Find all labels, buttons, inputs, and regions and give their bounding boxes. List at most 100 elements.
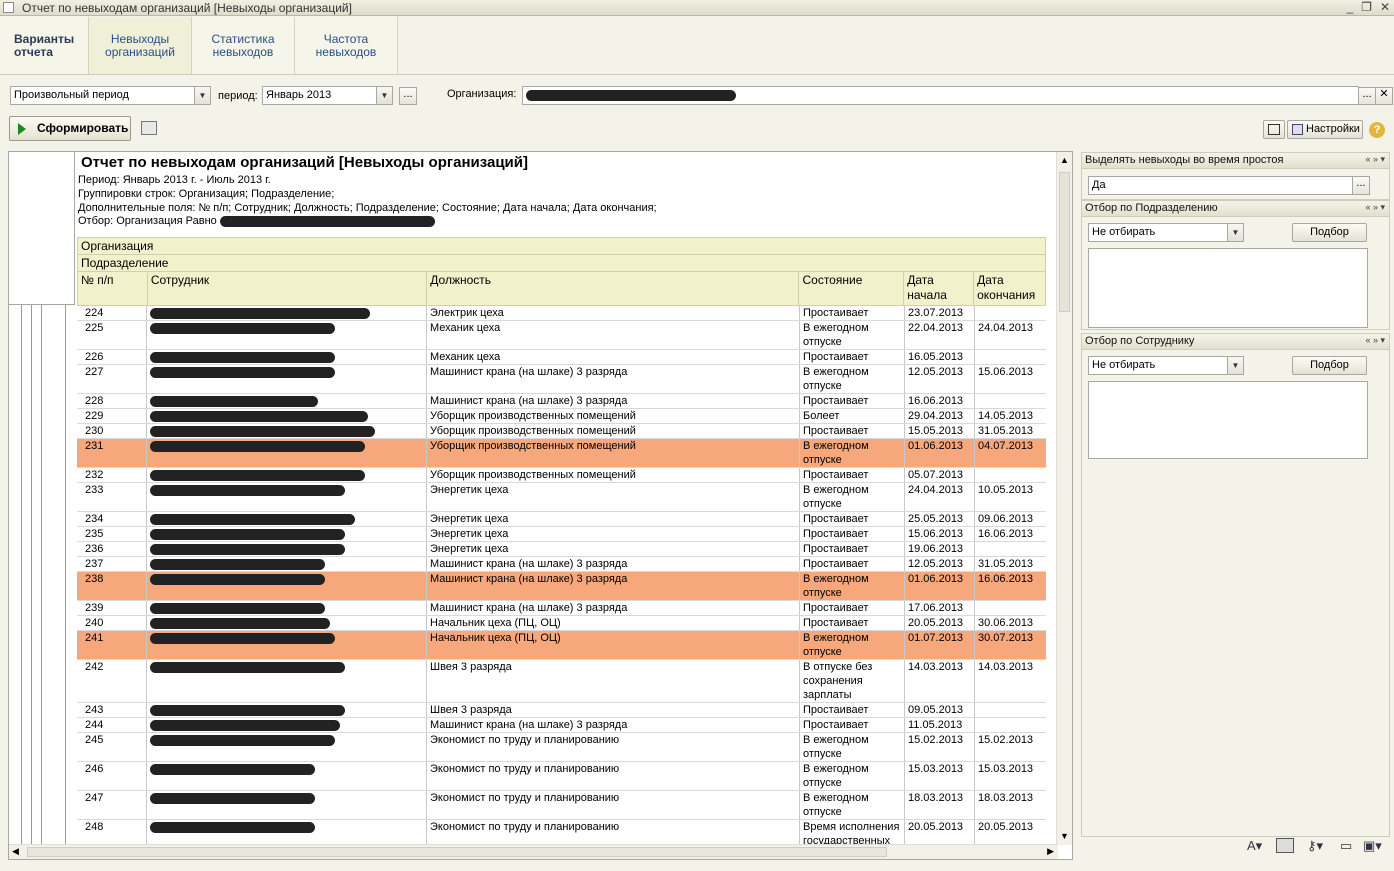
- cell-position: Электрик цеха: [427, 306, 800, 320]
- table-row[interactable]: 237 Машинист крана (на шлаке) 3 разряда Пр…: [77, 557, 1046, 572]
- vertical-scrollbar[interactable]: ▲ ▼: [1056, 152, 1072, 845]
- table-row[interactable]: 228 Машинист крана (на шлаке) 3 разряда Пр…: [77, 394, 1046, 409]
- scroll-up-icon[interactable]: ▲: [1057, 155, 1072, 165]
- key-icon[interactable]: ⚷▾: [1307, 838, 1323, 854]
- panel-nav-icon[interactable]: « » ▾: [1365, 202, 1385, 213]
- layout-icon[interactable]: [1263, 120, 1285, 139]
- org-clear-button[interactable]: ✕: [1375, 87, 1393, 105]
- table-row[interactable]: 235 Энергетик цеха Простаивает 15.06.2013 16…: [77, 527, 1046, 542]
- table-row[interactable]: 236 Энергетик цеха Простаивает 19.06.2013: [77, 542, 1046, 557]
- dept-filter-select[interactable]: Не отбирать: [1088, 223, 1228, 242]
- cell-position: Уборщик производственных помещений: [427, 409, 800, 423]
- org-field[interactable]: [522, 86, 1359, 105]
- cell-employee: [147, 306, 427, 320]
- col-number: № п/п: [78, 272, 148, 305]
- tab-frequency[interactable]: Частота невыходов: [295, 17, 398, 74]
- emp-filter-select[interactable]: Не отбирать: [1088, 356, 1228, 375]
- hscroll-thumb[interactable]: [27, 847, 887, 857]
- horizontal-scrollbar[interactable]: ◀ ▶: [9, 844, 1058, 859]
- save-icon[interactable]: ▣▾: [1363, 838, 1382, 854]
- period-select-button[interactable]: ...: [399, 87, 417, 105]
- cell-end: [975, 350, 1046, 364]
- table-row[interactable]: 241 Начальник цеха (ПЦ, ОЦ) В ежегодном от…: [77, 631, 1046, 660]
- period-value-field[interactable]: Январь 2013: [262, 86, 377, 105]
- cell-number: 243: [77, 703, 147, 717]
- chevron-down-icon[interactable]: ▼: [376, 86, 393, 105]
- cell-start: 01.06.2013: [905, 572, 975, 600]
- period-type-select[interactable]: Произвольный период: [10, 86, 195, 105]
- table-row[interactable]: 238 Машинист крана (на шлаке) 3 разряда В …: [77, 572, 1046, 601]
- table-row[interactable]: 244 Машинист крана (на шлаке) 3 разряда Пр…: [77, 718, 1046, 733]
- table-row[interactable]: 232 Уборщик производственных помещений Про…: [77, 468, 1046, 483]
- cell-number: 244: [77, 718, 147, 732]
- table-row[interactable]: 243 Швея 3 разряда Простаивает 09.05.2013: [77, 703, 1046, 718]
- tab-absences[interactable]: Невыходы организаций: [89, 17, 192, 74]
- cell-end: 15.03.2013: [978, 763, 1034, 775]
- cell-end: 18.03.2013: [978, 792, 1034, 804]
- cell-start: 19.06.2013: [905, 542, 975, 556]
- redacted-name: [150, 307, 370, 319]
- idle-select-button[interactable]: ...: [1352, 176, 1370, 195]
- close-button[interactable]: ✕: [1380, 0, 1390, 14]
- cell-start: 22.04.2013: [905, 321, 975, 349]
- cell-start: 15.06.2013: [905, 527, 975, 541]
- dept-list[interactable]: [1088, 248, 1368, 328]
- emp-pick-button[interactable]: Подбор: [1292, 356, 1367, 375]
- report-extra-fields: Дополнительные поля: № п/п; Сотрудник; Д…: [78, 202, 657, 214]
- cell-state: В ежегодном отпуске: [800, 483, 905, 511]
- table-row[interactable]: 227 Машинист крана (на шлаке) 3 разряда В …: [77, 365, 1046, 394]
- table-row[interactable]: 242 Швея 3 разряда В отпуске без сохранени…: [77, 660, 1046, 703]
- table-row[interactable]: 240 Начальник цеха (ПЦ, ОЦ) Простаивает 20.…: [77, 616, 1046, 631]
- font-icon[interactable]: A▾: [1247, 838, 1262, 854]
- table-row[interactable]: 224 Электрик цеха Простаивает 23.07.2013: [77, 306, 1046, 321]
- cell-state: Простаивает: [800, 616, 905, 630]
- cell-start: 16.06.2013: [905, 394, 975, 408]
- table-row[interactable]: 225 Механик цеха В ежегодном отпуске 22.04.…: [77, 321, 1046, 350]
- panel-nav-icon[interactable]: « » ▾: [1365, 335, 1385, 346]
- table-body: 224 Электрик цеха Простаивает 23.07.2013 225…: [77, 306, 1046, 849]
- table-row[interactable]: 229 Уборщик производственных помещений Бол…: [77, 409, 1046, 424]
- panel-emp: Отбор по Сотруднику « » ▾ Не отбирать ▼ П…: [1081, 333, 1390, 837]
- group-dept-header: Подразделение: [78, 255, 1045, 272]
- cell-employee: [147, 631, 427, 659]
- table-row[interactable]: 245 Экономист по труду и планированию В еж…: [77, 733, 1046, 762]
- table-row[interactable]: 246 Экономист по труду и планированию В еж…: [77, 762, 1046, 791]
- restore-button[interactable]: ❐: [1361, 0, 1372, 14]
- generate-button[interactable]: Сформировать: [9, 116, 131, 141]
- minimize-button[interactable]: _: [1346, 0, 1353, 14]
- tab-divider: [0, 74, 1394, 75]
- folder-icon[interactable]: ▭: [1340, 838, 1352, 854]
- table-row[interactable]: 239 Машинист крана (на шлаке) 3 разряда Пр…: [77, 601, 1046, 616]
- cell-employee: [147, 616, 427, 630]
- settings-button[interactable]: Настройки: [1287, 120, 1363, 139]
- print-icon[interactable]: [141, 121, 157, 135]
- chevron-down-icon[interactable]: ▼: [1227, 223, 1244, 242]
- redacted-name: [150, 425, 375, 437]
- tab-statistics[interactable]: Статистика невыходов: [192, 17, 295, 74]
- cell-position: Уборщик производственных помещений: [427, 439, 800, 467]
- scroll-thumb[interactable]: [1059, 172, 1070, 312]
- tab-report-variants[interactable]: Варианты отчета: [0, 17, 89, 74]
- emp-list[interactable]: [1088, 381, 1368, 459]
- table-row[interactable]: 230 Уборщик производственных помещений Про…: [77, 424, 1046, 439]
- table-row[interactable]: 226 Механик цеха Простаивает 16.05.2013: [77, 350, 1046, 365]
- table-header: Организация Подразделение № п/п Сотрудни…: [77, 237, 1046, 306]
- cell-number: 227: [77, 365, 147, 393]
- redacted-name: [150, 351, 335, 363]
- table-row[interactable]: 234 Энергетик цеха Простаивает 25.05.2013 09…: [77, 512, 1046, 527]
- chevron-down-icon[interactable]: ▼: [194, 86, 211, 105]
- idle-field[interactable]: Да: [1088, 176, 1353, 195]
- dept-pick-button[interactable]: Подбор: [1292, 223, 1367, 242]
- redacted-name: [150, 410, 368, 422]
- chevron-down-icon[interactable]: ▼: [1227, 356, 1244, 375]
- help-icon[interactable]: ?: [1369, 122, 1385, 138]
- table-row[interactable]: 233 Энергетик цеха В ежегодном отпуске 24.0…: [77, 483, 1046, 512]
- panel-nav-icon[interactable]: « » ▾: [1365, 154, 1385, 165]
- scroll-down-icon[interactable]: ▼: [1060, 831, 1069, 841]
- table-row[interactable]: 247 Экономист по труду и планированию В еж…: [77, 791, 1046, 820]
- grid-icon[interactable]: [1276, 838, 1294, 853]
- org-select-button[interactable]: ...: [1358, 87, 1376, 105]
- table-row[interactable]: 231 Уборщик производственных помещений В е…: [77, 439, 1046, 468]
- scroll-left-icon[interactable]: ◀: [12, 846, 19, 857]
- scroll-right-icon[interactable]: ▶: [1047, 846, 1054, 857]
